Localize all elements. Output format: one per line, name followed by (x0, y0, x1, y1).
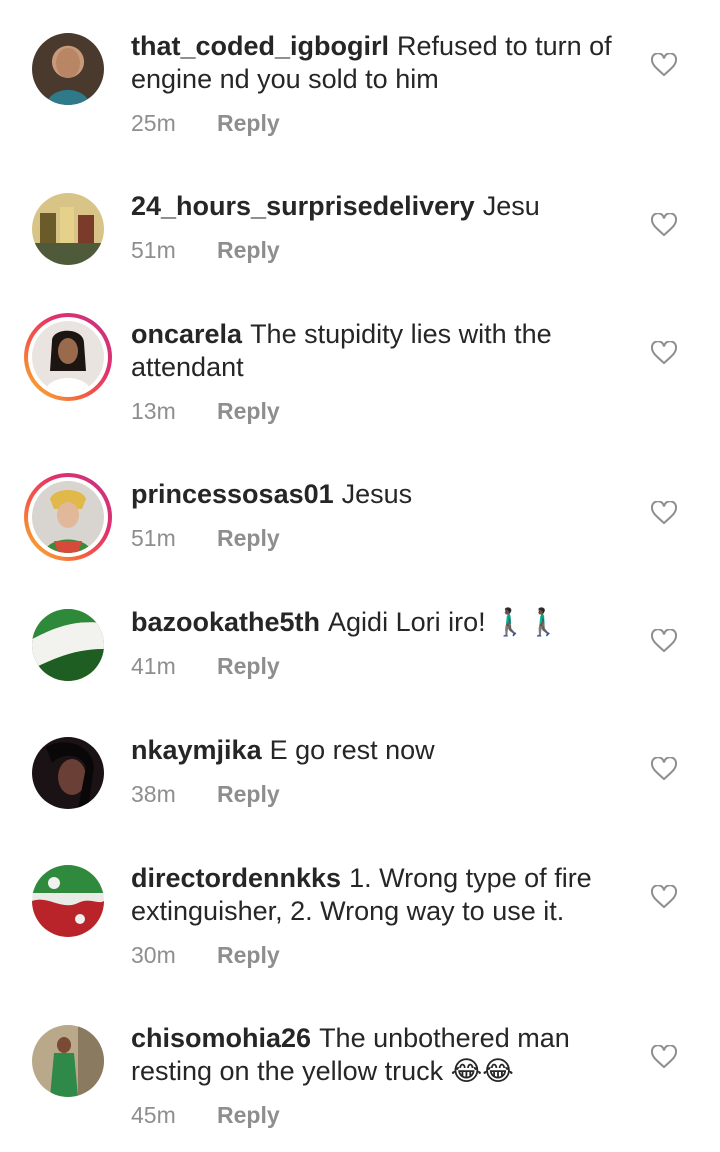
reply-button[interactable]: Reply (217, 942, 280, 969)
comment-meta: 41m Reply (131, 653, 280, 680)
avatar[interactable] (32, 737, 104, 809)
comment-body: 24_hours_surprisedelivery Jesu (131, 190, 631, 223)
comment-time: 51m (131, 525, 176, 551)
heart-outline-icon[interactable] (651, 757, 677, 781)
heart-outline-icon[interactable] (651, 341, 677, 365)
heart-outline-icon[interactable] (651, 501, 677, 525)
comment-body: princessosas01 Jesus (131, 478, 631, 511)
reply-button[interactable]: Reply (217, 398, 280, 425)
reply-button[interactable]: Reply (217, 525, 280, 552)
avatar[interactable] (32, 609, 104, 681)
comment-meta: 13m Reply (131, 398, 280, 425)
comment-username[interactable]: 24_hours_surprisedelivery (131, 191, 475, 221)
avatar[interactable] (24, 473, 112, 561)
comment-username[interactable]: that_coded_igbogirl (131, 31, 389, 61)
heart-outline-icon[interactable] (651, 1045, 677, 1069)
comment-time: 41m (131, 653, 176, 679)
reply-button[interactable]: Reply (217, 237, 280, 264)
comment-username[interactable]: directordennkks (131, 863, 341, 893)
avatar[interactable] (32, 865, 104, 937)
comment-time: 51m (131, 237, 176, 263)
heart-outline-icon[interactable] (651, 53, 677, 77)
heart-outline-icon[interactable] (651, 629, 677, 653)
comment-body: directordennkks 1. Wrong type of fire ext… (131, 862, 631, 928)
comment-text: Jesu (482, 191, 540, 221)
comment-body: oncarela The stupidity lies with the atte… (131, 318, 631, 384)
avatar[interactable] (24, 313, 112, 401)
comment-meta: 25m Reply (131, 110, 280, 137)
comment-time: 45m (131, 1102, 176, 1128)
comment-time: 13m (131, 398, 176, 424)
comment-time: 25m (131, 110, 176, 136)
reply-button[interactable]: Reply (217, 781, 280, 808)
reply-button[interactable]: Reply (217, 1102, 280, 1129)
comment-username[interactable]: princessosas01 (131, 479, 334, 509)
avatar[interactable] (32, 1025, 104, 1097)
comment-body: bazookathe5th Agidi Lori iro! 🚶🏿‍♂️🚶🏿‍♂️ (131, 606, 631, 639)
heart-outline-icon[interactable] (651, 885, 677, 909)
comment-text: Agidi Lori iro! 🚶🏿‍♂️🚶🏿‍♂️ (328, 607, 561, 637)
heart-outline-icon[interactable] (651, 213, 677, 237)
comment-username[interactable]: bazookathe5th (131, 607, 320, 637)
comment-username[interactable]: chisomohia26 (131, 1023, 311, 1053)
comment-text: Jesus (341, 479, 413, 509)
comment-meta: 30m Reply (131, 942, 280, 969)
comment-body: chisomohia26 The unbothered man resting o… (131, 1022, 631, 1088)
avatar[interactable] (32, 193, 104, 265)
comment-username[interactable]: nkaymjika (131, 735, 262, 765)
comment-meta: 38m Reply (131, 781, 280, 808)
reply-button[interactable]: Reply (217, 653, 280, 680)
comment-meta: 45m Reply (131, 1102, 280, 1129)
avatar[interactable] (32, 33, 104, 105)
comment-time: 30m (131, 942, 176, 968)
reply-button[interactable]: Reply (217, 110, 280, 137)
comment-username[interactable]: oncarela (131, 319, 242, 349)
comment-meta: 51m Reply (131, 525, 280, 552)
comment-meta: 51m Reply (131, 237, 280, 264)
comment-body: that_coded_igbogirl Refused to turn of en… (131, 30, 631, 96)
comment-text: E go rest now (269, 735, 435, 765)
comments-list: that_coded_igbogirl Refused to turn of en… (0, 0, 720, 1152)
comment-body: nkaymjika E go rest now (131, 734, 631, 767)
comment-time: 38m (131, 781, 176, 807)
